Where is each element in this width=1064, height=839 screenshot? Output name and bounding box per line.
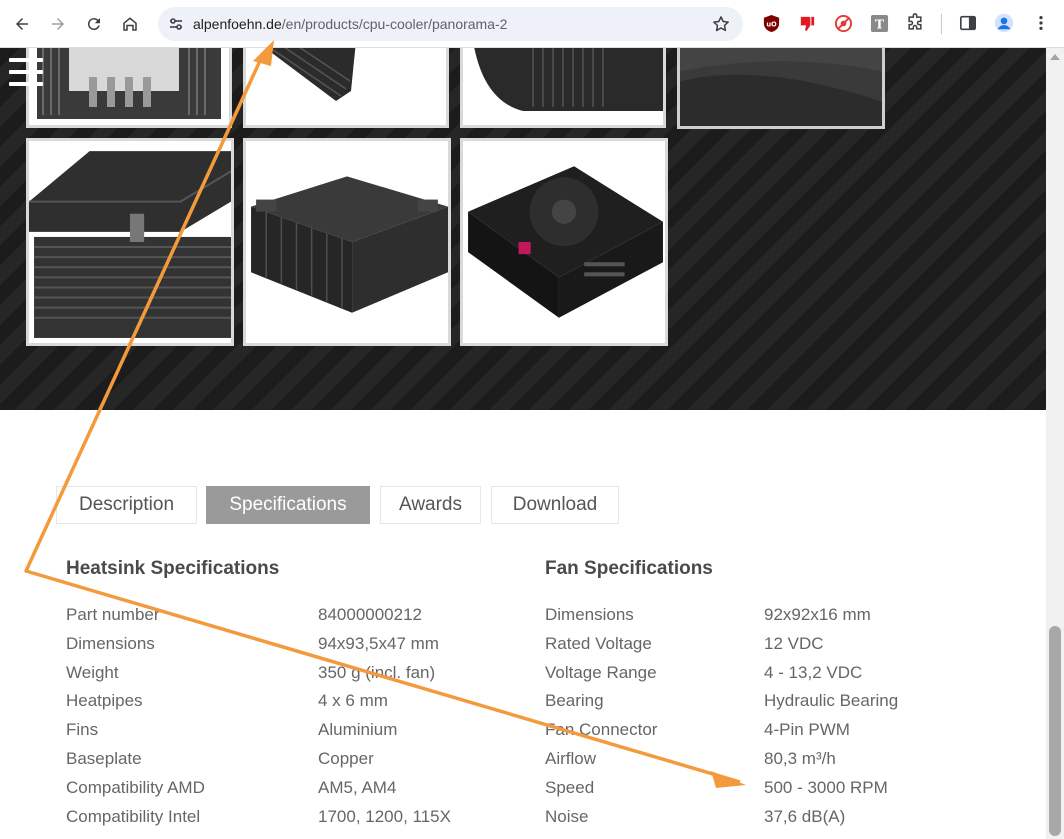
- heatsink-spec-label: Compatibility Intel: [66, 807, 201, 826]
- fan-spec-value: 92x92x16 mm: [764, 605, 871, 624]
- heatsink-spec-value: AM5, AM4: [318, 778, 397, 797]
- gallery-thumb-heatpipes-detail[interactable]: [460, 48, 666, 128]
- fan-spec-value: 37,6 dB(A): [764, 807, 846, 826]
- gallery-thumb-heatsink-angled[interactable]: [243, 138, 451, 346]
- heatsink-spec-label: Fins: [66, 720, 99, 739]
- fan-spec-label: Fan Connector: [545, 720, 658, 739]
- hamburger-menu-icon[interactable]: [9, 58, 43, 88]
- heatsink-spec-value: 84000000212: [318, 605, 423, 624]
- t-extension-icon[interactable]: T: [869, 13, 889, 33]
- menu-kebab-icon[interactable]: [1031, 13, 1051, 33]
- heatsink-spec-label: Heatpipes: [66, 691, 143, 710]
- tab-specifications[interactable]: Specifications: [206, 486, 370, 524]
- heatsink-spec-value: Copper: [318, 749, 374, 768]
- toolbar-divider: [941, 14, 942, 34]
- fan-spec-value: 4-Pin PWM: [764, 720, 850, 739]
- page-content: Description Specifications Awards Downlo…: [0, 48, 1046, 839]
- heatsink-spec-label: Dimensions: [66, 634, 155, 653]
- url-host: alpenfoehn.de: [193, 16, 282, 32]
- blocker-extension-icon[interactable]: [833, 13, 853, 33]
- fan-spec-value: 12 VDC: [764, 634, 824, 653]
- heatsink-specs-title: Heatsink Specifications: [66, 558, 280, 579]
- heatsink-spec-value: Aluminium: [318, 720, 398, 739]
- scrollbar-thumb[interactable]: [1049, 626, 1061, 836]
- side-panel-icon[interactable]: [958, 13, 978, 33]
- page-scrollbar[interactable]: [1046, 48, 1064, 839]
- fan-spec-label: Airflow: [545, 749, 597, 768]
- fan-spec-value: Hydraulic Bearing: [764, 691, 899, 710]
- profile-avatar-icon[interactable]: [994, 13, 1014, 33]
- svg-text:T: T: [874, 16, 884, 31]
- fan-spec-value: 500 - 3000 RPM: [764, 778, 888, 797]
- ublock-icon[interactable]: uO: [761, 13, 781, 33]
- fan-spec-label: Dimensions: [545, 605, 634, 624]
- heatsink-spec-value: 4 x 6 mm: [318, 691, 388, 710]
- gallery-thumb-heatsink-corner[interactable]: [243, 48, 449, 128]
- fan-spec-label: Noise: [545, 807, 589, 826]
- url-path: /en/products/cpu-cooler/panorama-2: [281, 16, 508, 32]
- fan-spec-label: Voltage Range: [545, 663, 657, 682]
- tab-download[interactable]: Download: [491, 486, 619, 524]
- reload-icon[interactable]: [82, 12, 106, 36]
- gallery-thumb-cooler-dark-detail[interactable]: [677, 48, 885, 129]
- bookmark-star-icon[interactable]: [711, 14, 731, 34]
- address-bar[interactable]: alpenfoehn.de/en/products/cpu-cooler/pan…: [158, 7, 743, 41]
- fan-spec-label: Speed: [545, 778, 595, 797]
- tab-awards[interactable]: Awards: [380, 486, 481, 524]
- extensions-puzzle-icon[interactable]: [905, 13, 925, 33]
- browser-toolbar: alpenfoehn.de/en/products/cpu-cooler/pan…: [0, 0, 1064, 48]
- heatsink-spec-value: 350 g (incl. fan): [318, 663, 436, 682]
- heatsink-spec-value: 1700, 1200, 115X: [318, 807, 451, 826]
- tab-description[interactable]: Description: [56, 486, 197, 524]
- fan-spec-value: 4 - 13,2 VDC: [764, 663, 863, 682]
- fan-spec-label: Bearing: [545, 691, 604, 710]
- fan-spec-label: Rated Voltage: [545, 634, 652, 653]
- svg-text:uO: uO: [766, 20, 777, 28]
- site-info-icon[interactable]: [164, 12, 188, 36]
- scroll-up-arrow-icon[interactable]: [1050, 54, 1060, 60]
- heatsink-spec-label: Baseplate: [66, 749, 142, 768]
- heatsink-spec-label: Weight: [66, 663, 119, 682]
- gallery-thumb-cooler-on-motherboard[interactable]: [460, 138, 668, 346]
- fan-spec-value: 80,3 m³/h: [764, 749, 836, 768]
- home-icon[interactable]: [118, 12, 142, 36]
- heatsink-spec-label: Compatibility AMD: [66, 778, 205, 797]
- forward-icon[interactable]: [46, 12, 70, 36]
- fan-specs-title: Fan Specifications: [545, 558, 713, 579]
- heatsink-spec-value: 94x93,5x47 mm: [318, 634, 439, 653]
- url-text: alpenfoehn.de/en/products/cpu-cooler/pan…: [193, 16, 507, 32]
- gallery-thumb-cooler-side-view[interactable]: [26, 138, 234, 346]
- heatsink-spec-label: Part number: [66, 605, 160, 624]
- gallery-thumb-heatsink-fins-top[interactable]: [26, 48, 232, 128]
- dislike-extension-icon[interactable]: [797, 13, 817, 33]
- back-icon[interactable]: [10, 12, 34, 36]
